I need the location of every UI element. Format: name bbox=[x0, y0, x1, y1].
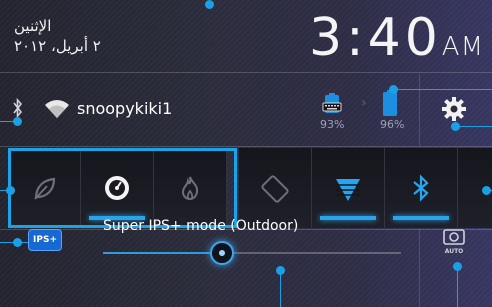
ips-mode-button[interactable]: IPS+ bbox=[28, 229, 62, 251]
wifi-icon[interactable] bbox=[42, 96, 72, 120]
wifi-network-name[interactable]: snoopykiki1 bbox=[77, 99, 172, 118]
rotate-icon bbox=[261, 175, 289, 203]
dock-battery-percent: 93% bbox=[320, 118, 345, 131]
clock-time: 3:40 bbox=[309, 8, 442, 68]
gear-icon[interactable] bbox=[441, 96, 467, 122]
date-label: ٢ أبريل، ٢٠١٢ bbox=[14, 37, 101, 55]
callout-line bbox=[455, 126, 492, 127]
dock-battery-icon bbox=[322, 93, 342, 113]
callout-marker bbox=[6, 186, 15, 195]
brightness-slider-thumb[interactable] bbox=[210, 241, 234, 265]
weekday-label: الإثنين bbox=[14, 17, 52, 35]
display-mode-label: Super IPS+ mode (Outdoor) bbox=[103, 218, 299, 234]
brightness-slider-track[interactable] bbox=[221, 252, 401, 254]
divider bbox=[0, 72, 492, 73]
bluetooth-icon bbox=[413, 174, 429, 202]
chevron-right-icon: › bbox=[361, 95, 367, 111]
auto-label: AUTO bbox=[445, 248, 464, 255]
selected-mode-group-highlight bbox=[8, 148, 237, 228]
status-header: الإثنين ٢ أبريل، ٢٠١٢ 3:40AM bbox=[0, 0, 492, 72]
divider bbox=[419, 74, 420, 146]
callout-marker bbox=[13, 238, 22, 247]
clock: 3:40AM bbox=[309, 8, 484, 68]
callout-marker bbox=[205, 0, 214, 9]
quick-settings-panel: الإثنين ٢ أبريل، ٢٠١٢ 3:40AM snoopykiki1… bbox=[0, 0, 492, 307]
brightness-slider-fill bbox=[103, 252, 221, 254]
callout-line bbox=[280, 266, 281, 307]
wifi-icon bbox=[336, 179, 360, 201]
divider bbox=[0, 146, 492, 147]
active-indicator bbox=[393, 216, 449, 220]
clock-ampm: AM bbox=[441, 32, 484, 62]
callout-marker bbox=[389, 85, 398, 94]
toggle-wifi[interactable] bbox=[312, 148, 385, 228]
bluetooth-icon bbox=[13, 98, 23, 118]
tablet-battery-icon bbox=[383, 90, 397, 116]
auto-brightness-icon[interactable]: AUTO bbox=[443, 229, 465, 255]
toggle-auto-rotate[interactable] bbox=[239, 148, 312, 228]
toggle-bluetooth[interactable] bbox=[385, 148, 458, 228]
callout-line bbox=[393, 89, 492, 90]
tablet-battery-percent: 96% bbox=[380, 118, 405, 131]
callout-marker bbox=[451, 122, 460, 131]
callout-marker bbox=[482, 186, 491, 195]
divider bbox=[419, 229, 420, 307]
callout-line bbox=[457, 262, 458, 307]
callout-marker bbox=[13, 117, 22, 126]
active-indicator bbox=[320, 216, 376, 220]
